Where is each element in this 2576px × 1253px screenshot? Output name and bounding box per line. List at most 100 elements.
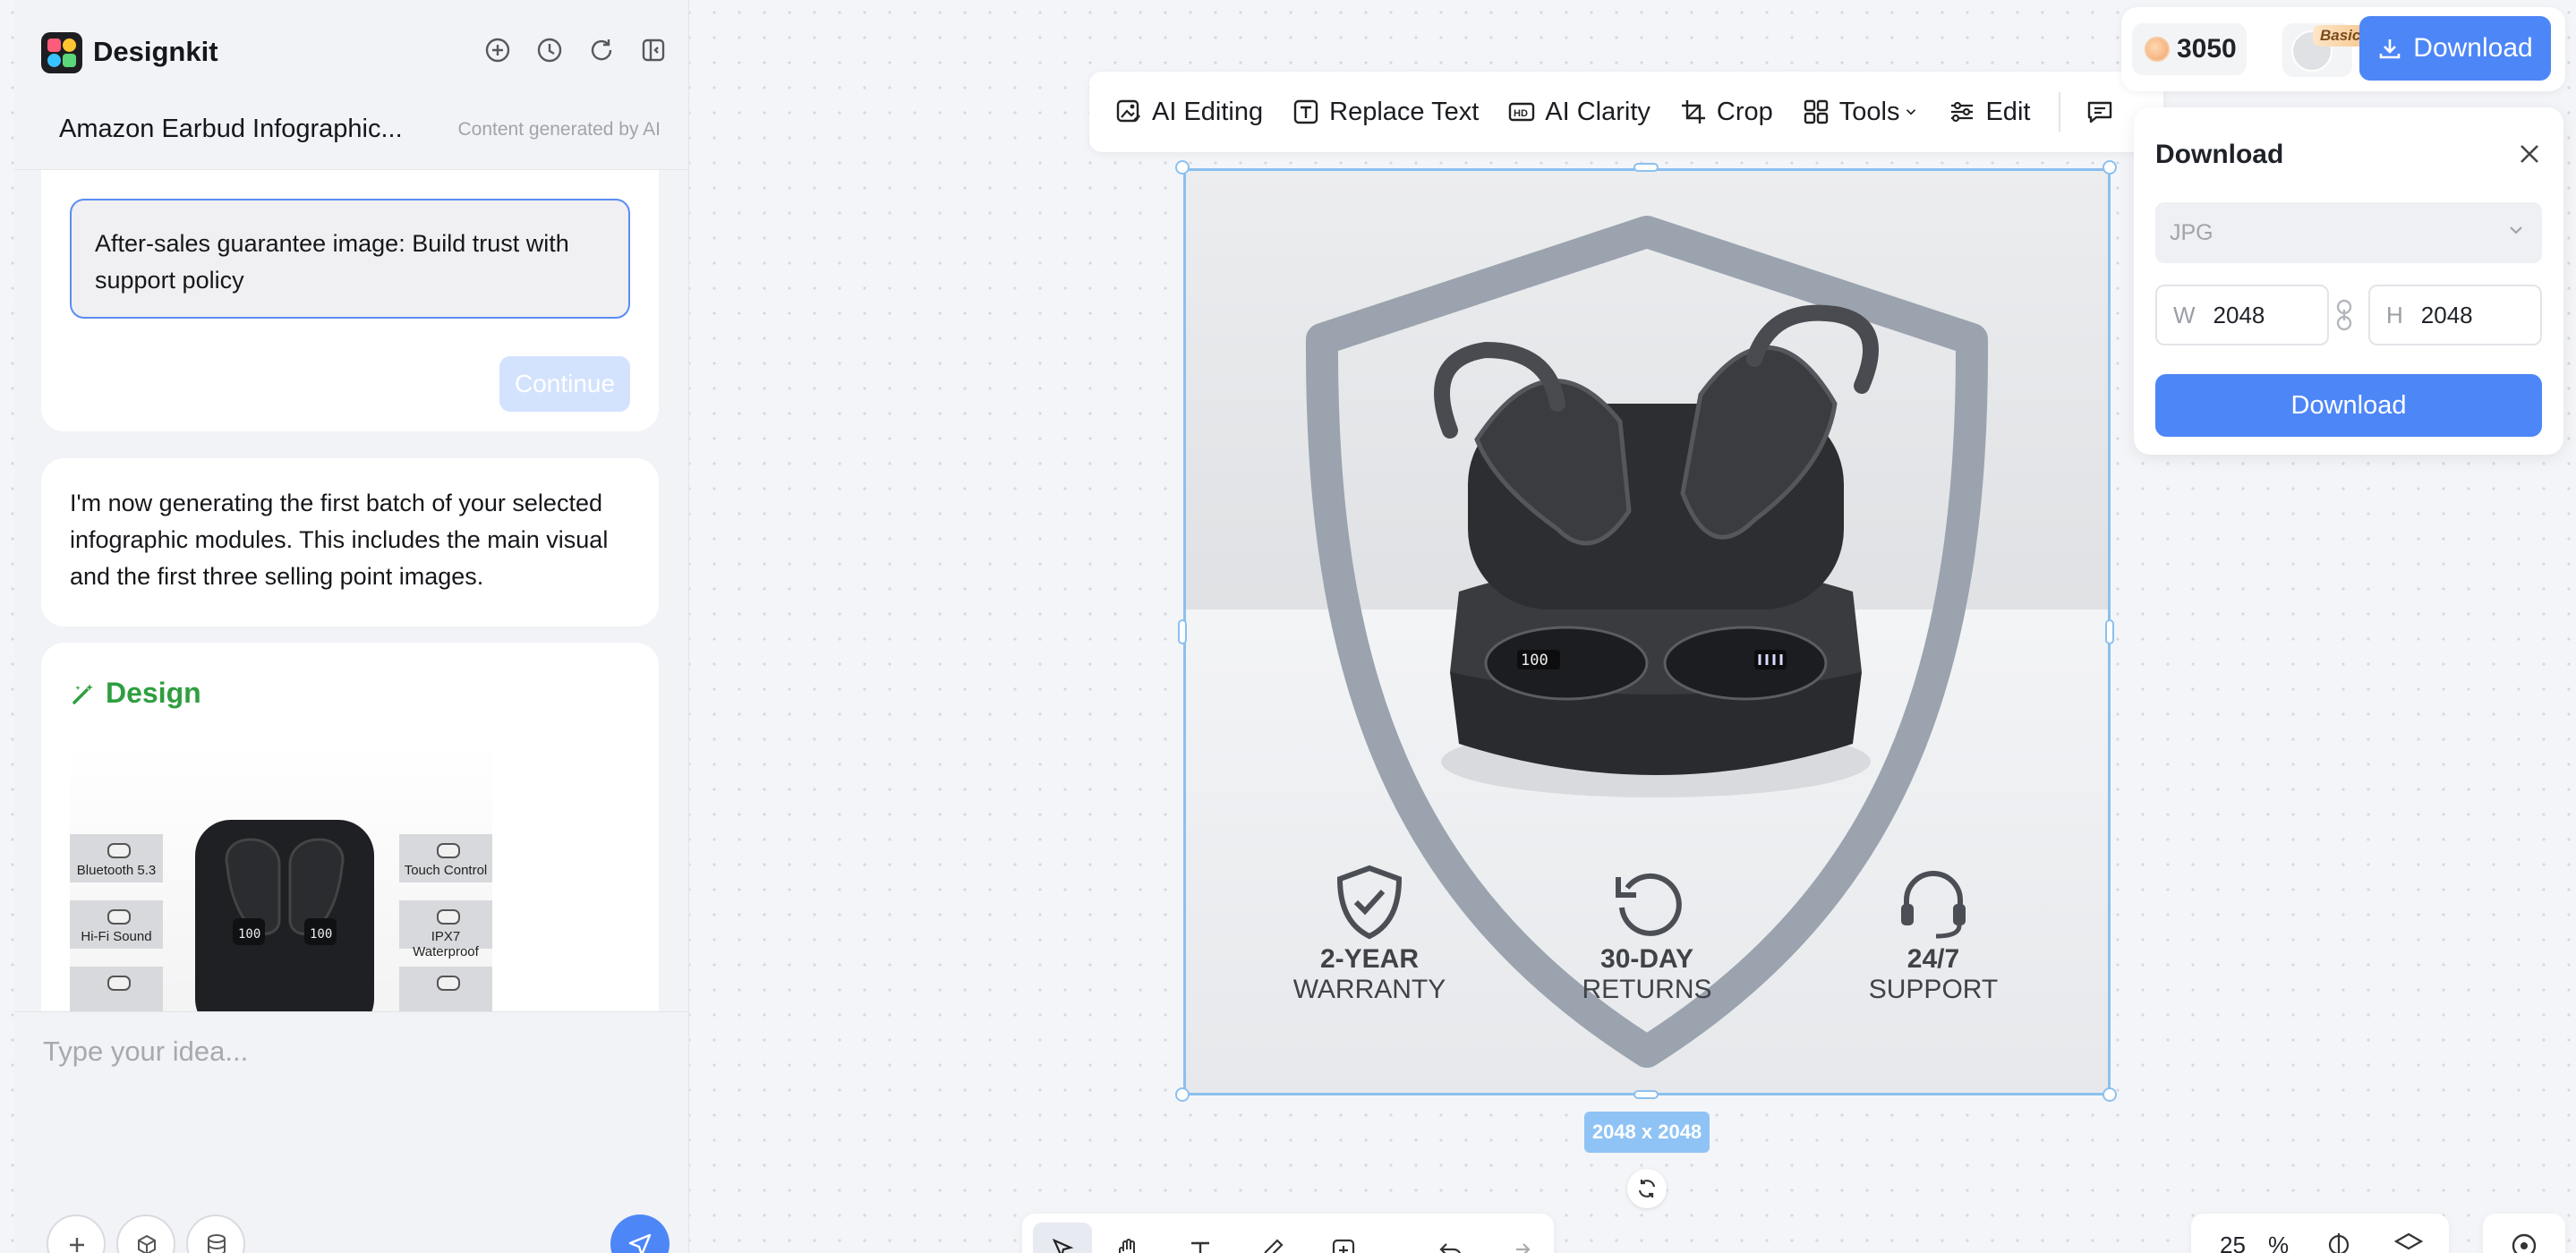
width-field[interactable]: W 2048	[2155, 285, 2329, 345]
layers-icon[interactable]	[2393, 1232, 2424, 1253]
replace-text-label: Replace Text	[1329, 97, 1480, 126]
model-3d-button[interactable]	[116, 1215, 175, 1253]
badge-subtitle: RETURNS	[1582, 975, 1712, 1004]
download-popover: Download JPG W 2048 H 2048 Download	[2134, 107, 2563, 455]
close-icon[interactable]	[2517, 141, 2542, 166]
chat-messages[interactable]: After-sales guarantee image: Build trust…	[14, 170, 688, 1011]
tools-dropdown[interactable]: Tools	[1802, 98, 1920, 127]
history-icon[interactable]	[535, 36, 564, 64]
magic-wand-icon	[73, 683, 93, 704]
hand-icon[interactable]	[1115, 1237, 1142, 1253]
download-popover-title: Download	[2155, 140, 2284, 169]
chevron-down-icon	[1906, 109, 1916, 115]
badge-title: 2-YEAR	[1319, 944, 1420, 974]
download-button[interactable]: Download	[2359, 16, 2551, 81]
resize-handle-bottom[interactable]	[1633, 1090, 1659, 1099]
thumb-chip: Touch Control	[399, 834, 492, 882]
ai-clarity-label: AI Clarity	[1545, 97, 1651, 126]
ai-editing-label: AI Editing	[1152, 97, 1264, 126]
add-shape-icon[interactable]	[1330, 1237, 1357, 1253]
svg-text:100: 100	[310, 927, 332, 942]
refresh-icon[interactable]	[587, 36, 616, 64]
tools-label: Tools	[1838, 97, 1900, 126]
resize-handle-right[interactable]	[2105, 619, 2114, 644]
zoom-value[interactable]: 25	[2220, 1232, 2246, 1253]
zoom-controls: 25 %	[2191, 1214, 2449, 1253]
new-chat-icon[interactable]	[483, 36, 512, 64]
headset-icon	[1901, 871, 1966, 939]
database-button[interactable]	[186, 1215, 245, 1253]
ai-clarity-button[interactable]: HD AI Clarity	[1507, 98, 1651, 127]
text-tool-icon[interactable]	[1187, 1237, 1214, 1253]
add-attachment-button[interactable]	[47, 1215, 106, 1253]
badge-subtitle: WARRANTY	[1292, 975, 1446, 1004]
select-tool[interactable]	[1033, 1223, 1092, 1253]
undo-icon[interactable]	[1437, 1237, 1464, 1253]
sliders-icon	[1951, 101, 1974, 123]
design-label: Design	[70, 677, 201, 710]
account-bar: 3050 Basic Download	[2121, 7, 2565, 91]
link-ratio-icon[interactable]	[2334, 299, 2354, 331]
options-card: After-sales guarantee image: Build trust…	[41, 170, 659, 431]
zoom-unit: %	[2268, 1232, 2290, 1253]
design-thumbnail[interactable]: Bluetooth 5.3 Touch Control Hi-Fi Sound …	[70, 741, 492, 1011]
download-button-label: Download	[2413, 33, 2533, 63]
prompt-composer: Type your idea...	[14, 1011, 688, 1253]
resize-handle-left[interactable]	[1178, 619, 1187, 644]
rotate-icon	[1638, 1180, 1656, 1198]
support-badge: 24/7 SUPPORT	[1848, 865, 2018, 1005]
design-card: Design Bluetooth 5.3 Touch Control Hi-Fi…	[41, 643, 659, 1011]
resize-handle-tr[interactable]	[2103, 160, 2117, 175]
edit-button[interactable]: Edit	[1948, 98, 2030, 127]
resize-handle-br[interactable]	[2103, 1087, 2117, 1102]
crop-icon	[1681, 100, 1705, 124]
ai-editing-button[interactable]: AI Editing	[1114, 98, 1263, 127]
replace-text-icon	[1293, 99, 1318, 124]
width-key: W	[2173, 301, 2196, 328]
continue-button[interactable]: Continue	[499, 356, 630, 412]
thumb-chip	[399, 967, 492, 1011]
grid-icon	[1804, 99, 1828, 124]
help-icon[interactable]	[2510, 1232, 2538, 1253]
case-battery-display: 100	[1521, 652, 1548, 669]
height-key: H	[2386, 301, 2403, 328]
coin-icon	[2145, 37, 2170, 62]
height-field[interactable]: H 2048	[2368, 285, 2542, 345]
chat-panel: Designkit Amazon Earbud Infographic... C…	[14, 0, 689, 1253]
badge-subtitle: SUPPORT	[1868, 975, 1999, 1004]
help-controls	[2483, 1214, 2565, 1253]
badge-title: 30-DAY	[1600, 944, 1693, 974]
returns-badge: 30-DAY RETURNS	[1562, 865, 1732, 1005]
format-select[interactable]: JPG	[2155, 202, 2542, 263]
canvas-tools-bar	[1022, 1214, 1554, 1253]
rotate-button[interactable]	[1627, 1169, 1667, 1208]
resize-handle-bl[interactable]	[1175, 1087, 1190, 1102]
svg-text:100: 100	[238, 927, 260, 942]
edit-label: Edit	[1985, 97, 2031, 126]
badge-title: 24/7	[1906, 944, 1960, 974]
download-confirm-button[interactable]: Download	[2155, 374, 2542, 437]
collapse-panel-icon[interactable]	[639, 36, 668, 64]
fit-screen-icon[interactable]	[2325, 1232, 2352, 1253]
user-menu[interactable]: Basic	[2282, 23, 2368, 77]
prompt-input[interactable]: Type your idea...	[43, 1036, 248, 1068]
credits-value: 3050	[2177, 34, 2237, 64]
comment-button[interactable]	[2086, 98, 2114, 126]
option-after-sales[interactable]: After-sales guarantee image: Build trust…	[70, 199, 630, 319]
resize-handle-tl[interactable]	[1175, 160, 1190, 175]
ai-generated-note: Content generated by AI	[457, 119, 661, 140]
redo-icon[interactable]	[1506, 1237, 1532, 1253]
thumb-chip	[70, 967, 163, 1011]
crop-button[interactable]: Crop	[1679, 98, 1773, 127]
thumb-chip: Hi-Fi Sound	[70, 900, 163, 949]
width-value: 2048	[2213, 301, 2265, 328]
canvas-image[interactable]: 100 2-YEAR WARRANTY 30-DAY RETURNS 24/7 …	[1183, 168, 2111, 1095]
replace-text-button[interactable]: Replace Text	[1292, 98, 1479, 127]
design-label-text: Design	[106, 677, 201, 709]
resize-handle-top[interactable]	[1633, 163, 1659, 172]
pen-icon[interactable]	[1258, 1237, 1285, 1253]
credits-balance[interactable]: 3050	[2132, 23, 2247, 75]
project-title[interactable]: Amazon Earbud Infographic...	[59, 115, 403, 144]
thumb-chip: IPX7 Waterproof	[399, 900, 492, 959]
send-button[interactable]	[610, 1215, 670, 1253]
